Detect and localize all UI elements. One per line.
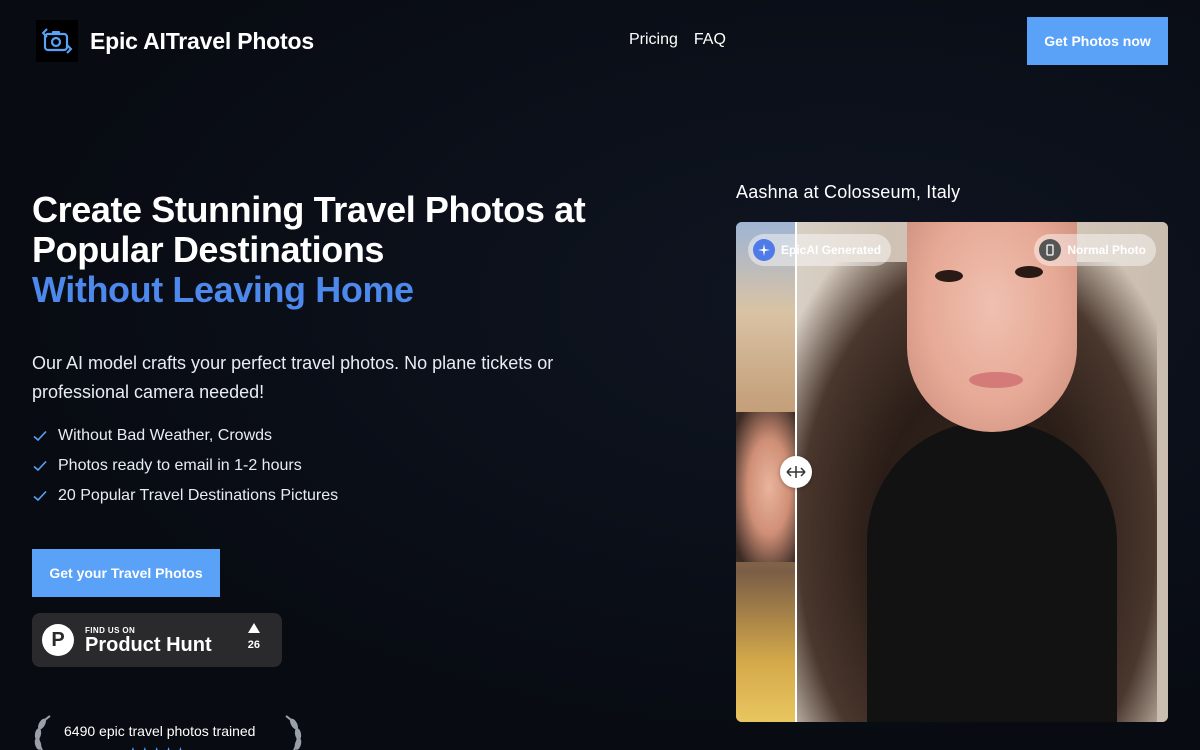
feature-item: Photos ready to email in 1-2 hours [32, 451, 338, 481]
sparkle-icon [753, 239, 775, 261]
check-icon [33, 490, 47, 502]
laurel-right-icon [285, 715, 302, 750]
photo-eye-left [935, 270, 963, 282]
phone-icon [1039, 239, 1062, 261]
get-travel-photos-button[interactable]: Get your Travel Photos [32, 549, 220, 597]
product-hunt-text: FIND US ON Product Hunt [85, 626, 212, 655]
brand-logo-link[interactable]: Epic AITravel Photos [36, 20, 314, 62]
check-icon [33, 430, 47, 442]
nav-link-pricing[interactable]: Pricing [629, 31, 678, 49]
laurel-left-icon [34, 715, 51, 750]
normal-photo-badge-label: Normal Photo [1067, 243, 1146, 257]
camera-sync-icon [36, 20, 78, 62]
product-hunt-badge[interactable]: P FIND US ON Product Hunt 26 [32, 613, 282, 667]
main-nav: Pricing FAQ [629, 31, 726, 49]
feature-label: Photos ready to email in 1-2 hours [58, 457, 302, 474]
nav-link-faq[interactable]: FAQ [694, 31, 726, 49]
feature-label: Without Bad Weather, Crowds [58, 427, 273, 444]
hero-title-accent: Without Leaving Home [32, 269, 414, 310]
comparison-slider-handle[interactable] [780, 456, 812, 488]
normal-photo-badge: Normal Photo [1034, 234, 1156, 266]
showcase-caption: Aashna at Colosseum, Italy [736, 182, 961, 202]
ai-generated-badge: EpicAI Generated [748, 234, 892, 266]
upvote-number: 26 [247, 639, 260, 651]
product-hunt-name: Product Hunt [85, 633, 212, 656]
product-hunt-logo-icon: P [42, 624, 74, 656]
normal-photo [797, 222, 1168, 722]
trained-count-text: 6490 epic travel photos trained [64, 723, 256, 739]
photo-clothing [867, 422, 1117, 722]
upvote-arrow-icon [247, 623, 260, 633]
feature-item: 20 Popular Travel Destinations Pictures [32, 481, 338, 511]
brand-name: Epic AITravel Photos [90, 27, 314, 54]
upvote-count: 26 [248, 623, 260, 651]
photo-lips [969, 372, 1023, 388]
trained-stat: 6490 epic travel photos trained ★★★★★ [30, 714, 306, 750]
ai-photo-face [736, 412, 796, 562]
rating-stars: ★★★★★ [128, 745, 187, 750]
feature-item: Without Bad Weather, Crowds [32, 421, 338, 451]
hero-title: Create Stunning Travel Photos at Popular… [32, 190, 672, 310]
photo-eye-right [1015, 266, 1043, 278]
hero-title-line1: Create Stunning Travel Photos at [32, 189, 586, 230]
get-photos-now-button[interactable]: Get Photos now [1027, 17, 1168, 65]
hero-description: Our AI model crafts your perfect travel … [32, 353, 554, 402]
ai-generated-badge-label: EpicAI Generated [781, 243, 882, 257]
page: Epic AITravel Photos Pricing FAQ Get Pho… [0, 0, 1200, 750]
hero-title-line2: Popular Destinations [32, 229, 385, 270]
check-icon [33, 460, 47, 472]
feature-list: Without Bad Weather, Crowds Photos ready… [32, 421, 338, 511]
before-after-comparison[interactable]: EpicAI Generated Normal Photo [736, 222, 1168, 722]
feature-label: 20 Popular Travel Destinations Pictures [58, 487, 339, 504]
horizontal-arrows-icon [786, 466, 806, 478]
